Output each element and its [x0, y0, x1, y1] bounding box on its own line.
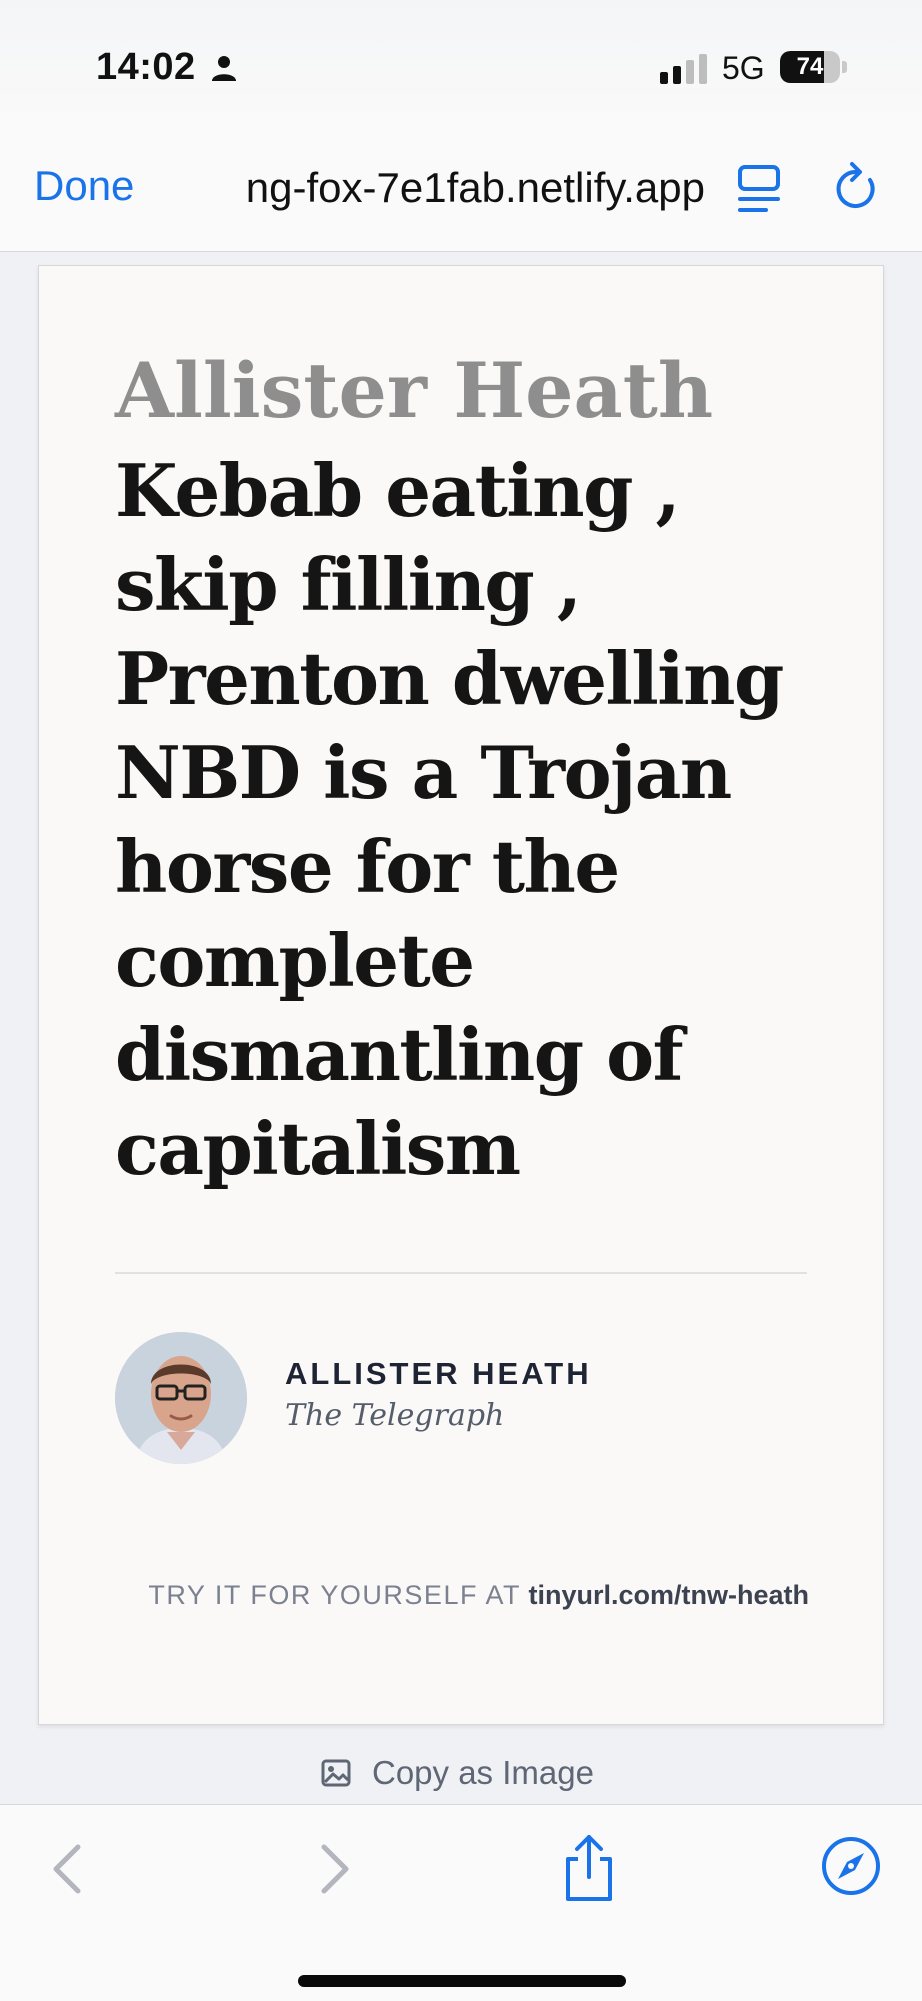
status-bar: 14:02 5G 74 [0, 0, 922, 130]
compass-icon[interactable] [820, 1835, 882, 1897]
avatar-portrait [115, 1332, 247, 1464]
avatar [115, 1332, 247, 1464]
battery-label: 74 [796, 53, 824, 80]
back-icon[interactable] [48, 1841, 88, 1897]
battery-tip [842, 61, 847, 73]
url-text: ng-fox-7e1fab.netlify.app [245, 164, 705, 211]
cta-text: TRY IT FOR YOURSELF AT [148, 1580, 521, 1610]
copy-as-image-label: Copy as Image [372, 1754, 594, 1791]
headline: Kebab eating , skip filling , Prenton dw… [115, 448, 784, 1191]
cta-link[interactable]: tinyurl.com/tnw-heath [528, 1580, 809, 1610]
publication-name: The Telegraph [285, 1398, 505, 1433]
signal-icon [660, 54, 707, 84]
divider [115, 1272, 807, 1274]
author-name: ALLISTER HEATH [285, 1356, 592, 1391]
person-icon [212, 56, 236, 81]
reload-icon[interactable] [830, 160, 882, 216]
share-icon[interactable] [560, 1833, 618, 1903]
network-label: 5G [722, 50, 765, 86]
article-card: Allister Heath Kebab eating , skip filli… [38, 265, 884, 1725]
battery-icon: 74 [780, 51, 840, 83]
reader-icon[interactable] [736, 164, 782, 214]
kicker: Allister Heath [115, 346, 714, 435]
forward-icon[interactable] [314, 1841, 354, 1897]
url-field[interactable]: ng-fox-7e1fab.netlify.app [175, 160, 705, 216]
image-icon [321, 1759, 351, 1787]
browser-toolbar [0, 1804, 922, 2001]
copy-as-image-button[interactable]: Copy as Image [320, 1751, 594, 1795]
status-time: 14:02 [96, 46, 196, 88]
home-indicator[interactable] [298, 1975, 626, 1987]
browser-top-bar: Done ng-fox-7e1fab.netlify.app [0, 130, 922, 252]
done-button[interactable]: Done [34, 162, 134, 210]
page-content: Allister Heath Kebab eating , skip filli… [0, 252, 922, 1804]
cta: TRY IT FOR YOURSELF AT tinyurl.com/tnw-h… [148, 1576, 809, 1614]
